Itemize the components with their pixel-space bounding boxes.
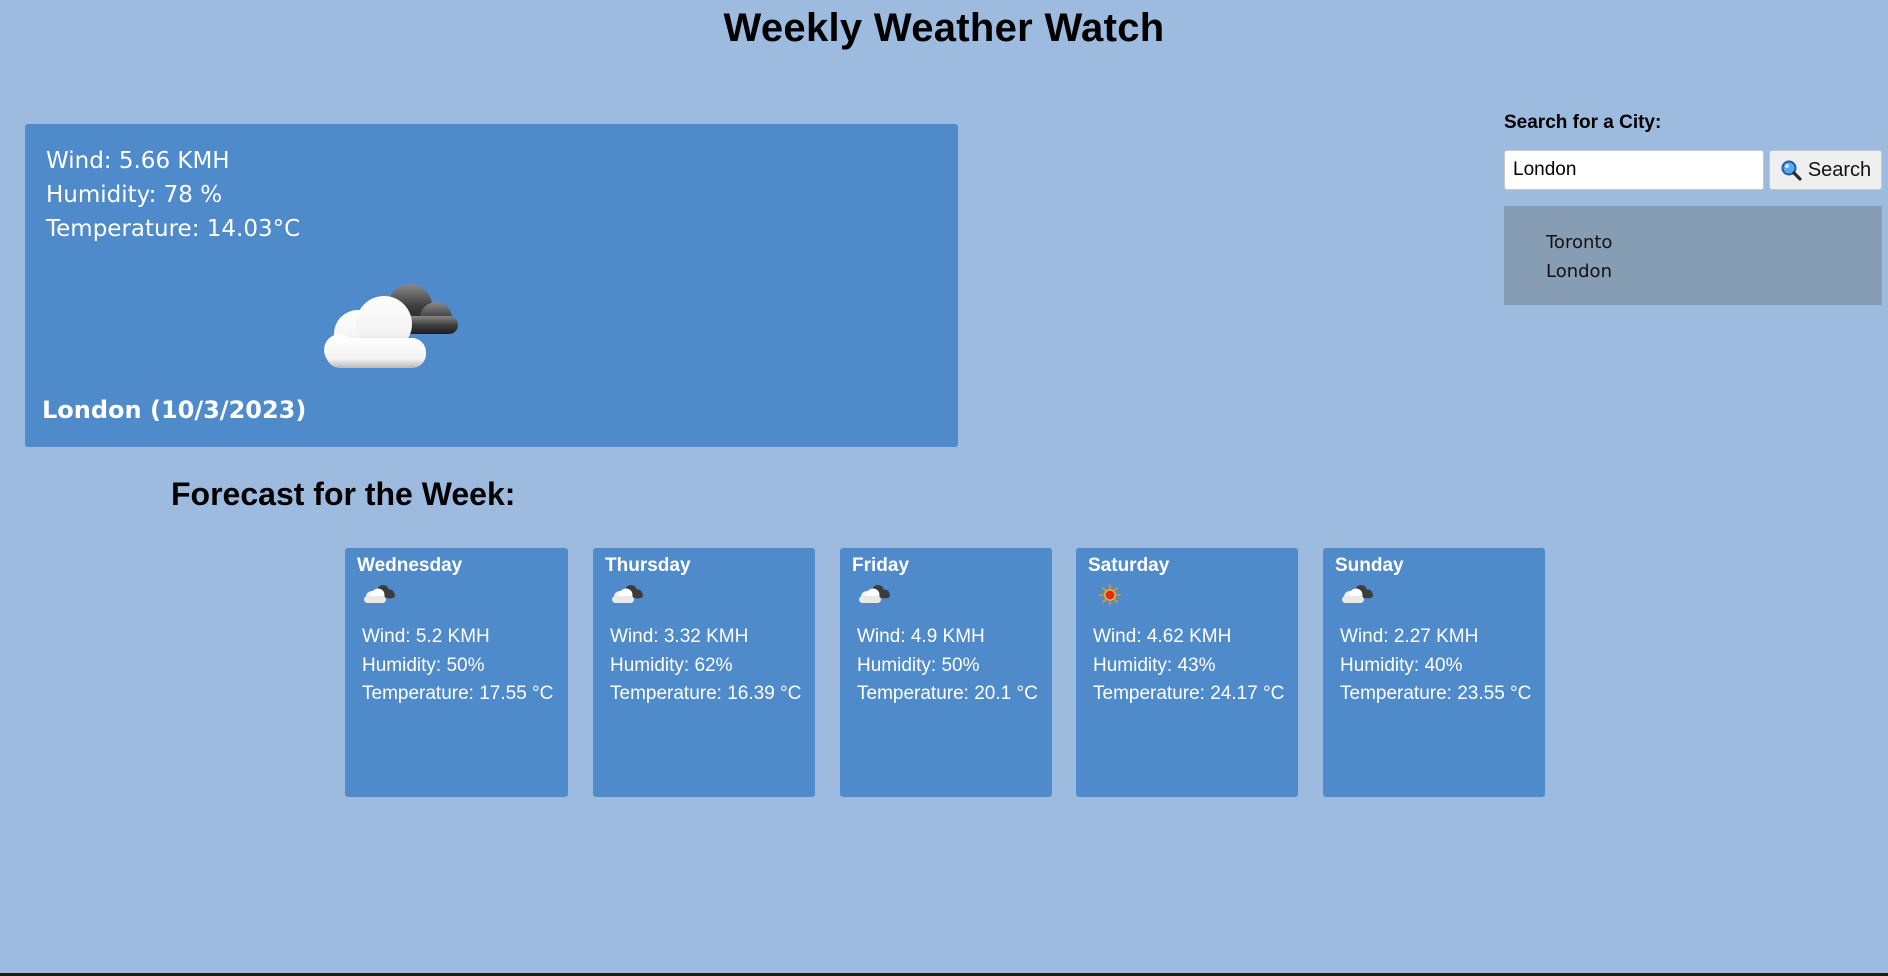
forecast-card-friday: Friday Wind: 4.9 KMH Humidity: 50% Tempe…: [840, 548, 1052, 797]
forecast-day: Thursday: [605, 555, 691, 576]
history-item-toronto[interactable]: Toronto: [1546, 228, 1882, 257]
forecast-card-sunday: Sunday Wind: 2.27 KMH Humidity: 40% Temp…: [1323, 548, 1545, 797]
current-temperature: Temperature: 14.03°C: [46, 216, 301, 242]
magnifier-icon: [1781, 160, 1802, 181]
forecast-temperature: Temperature: 24.17 °C: [1093, 683, 1285, 704]
forecast-stats: Wind: 4.9 KMH Humidity: 50% Temperature:…: [857, 622, 1044, 704]
forecast-temperature: Temperature: 17.55 °C: [362, 683, 554, 704]
forecast-card-saturday: Saturday Wind: 4.62 KMH Humidity: 43% Te…: [1076, 548, 1298, 797]
current-stats: Wind: 5.66 KMH Humidity: 78 % Temperatur…: [46, 144, 300, 246]
forecast-title: Forecast for the Week:: [171, 476, 516, 512]
search-panel: Search for a City: Search Toronto London: [1504, 112, 1882, 305]
forecast-stats: Wind: 2.27 KMH Humidity: 40% Temperature…: [1340, 622, 1537, 704]
forecast-temperature: Temperature: 20.1 °C: [857, 683, 1038, 704]
forecast-humidity: Humidity: 43%: [1093, 655, 1216, 676]
forecast-temperature: Temperature: 16.39 °C: [610, 683, 802, 704]
cloudy-icon: [1342, 585, 1373, 603]
forecast-wind: Wind: 3.32 KMH: [610, 626, 749, 647]
forecast-day: Wednesday: [357, 555, 463, 576]
forecast-temperature: Temperature: 23.55 °C: [1340, 683, 1532, 704]
forecast-wind: Wind: 5.2 KMH: [362, 626, 490, 647]
search-label: Search for a City:: [1504, 112, 1662, 133]
current-city-date: London (10/3/2023): [42, 396, 307, 424]
search-button-label: Search: [1807, 158, 1872, 181]
sun-icon: [1099, 584, 1121, 606]
forecast-stats: Wind: 3.32 KMH Humidity: 62% Temperature…: [610, 622, 807, 704]
forecast-day: Sunday: [1335, 555, 1404, 576]
current-humidity: Humidity: 78 %: [46, 182, 223, 208]
forecast-humidity: Humidity: 40%: [1340, 655, 1463, 676]
forecast-card-thursday: Thursday Wind: 3.32 KMH Humidity: 62% Te…: [593, 548, 815, 797]
partly-cloudy-icon: [324, 284, 458, 368]
search-row: Search: [1504, 150, 1882, 190]
history-item-london[interactable]: London: [1546, 257, 1882, 286]
forecast-wind: Wind: 4.9 KMH: [857, 626, 985, 647]
forecast-wind: Wind: 2.27 KMH: [1340, 626, 1479, 647]
cloudy-icon: [364, 585, 395, 603]
forecast-wind: Wind: 4.62 KMH: [1093, 626, 1232, 647]
forecast-day: Friday: [852, 555, 910, 576]
city-search-input[interactable]: [1504, 150, 1764, 190]
forecast-card-wednesday: Wednesday Wind: 5.2 KMH Humidity: 50% Te…: [345, 548, 568, 797]
cloudy-icon: [859, 585, 890, 603]
current-wind: Wind: 5.66 KMH: [46, 148, 230, 174]
current-weather-card: Wind: 5.66 KMH Humidity: 78 % Temperatur…: [25, 124, 958, 447]
forecast-humidity: Humidity: 50%: [362, 655, 485, 676]
forecast-humidity: Humidity: 62%: [610, 655, 733, 676]
forecast-day: Saturday: [1088, 555, 1170, 576]
forecast-humidity: Humidity: 50%: [857, 655, 980, 676]
page-title: Weekly Weather Watch: [723, 6, 1165, 50]
cloudy-icon: [612, 585, 643, 603]
search-button[interactable]: Search: [1769, 150, 1882, 190]
search-history: Toronto London: [1504, 206, 1882, 305]
forecast-stats: Wind: 5.2 KMH Humidity: 50% Temperature:…: [362, 622, 560, 704]
forecast-stats: Wind: 4.62 KMH Humidity: 43% Temperature…: [1093, 622, 1290, 704]
